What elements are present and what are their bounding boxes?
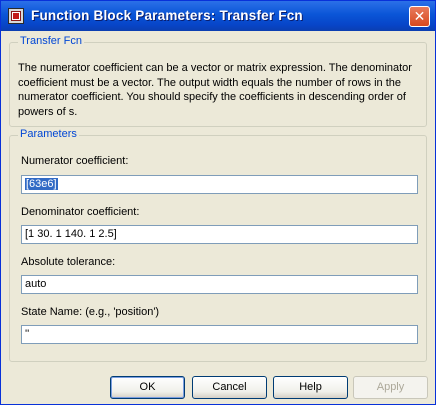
simulink-block-icon[interactable] [8, 8, 24, 24]
title-bar[interactable]: Function Block Parameters: Transfer Fcn … [1, 1, 435, 31]
denominator-field[interactable]: [1 30. 1 140. 1 2.5] [21, 225, 418, 244]
parameters-group: Parameters Numerator coefficient: [63e6]… [9, 128, 427, 362]
denominator-label: Denominator coefficient: [21, 206, 140, 218]
numerator-value: [63e6] [25, 178, 58, 190]
block-description: The numerator coefficient can be a vecto… [18, 62, 412, 118]
dialog-window: Function Block Parameters: Transfer Fcn … [0, 0, 436, 405]
help-button[interactable]: Help [273, 376, 348, 399]
numerator-field[interactable]: [63e6] [21, 175, 418, 194]
tolerance-label: Absolute tolerance: [21, 256, 116, 268]
ok-button[interactable]: OK [110, 376, 185, 399]
block-type-legend: Transfer Fcn [18, 35, 84, 47]
close-icon: ✕ [413, 8, 426, 24]
parameters-legend: Parameters [18, 128, 79, 140]
tolerance-field[interactable]: auto [21, 275, 418, 294]
state-name-label: State Name: (e.g., 'position') [21, 306, 160, 318]
apply-button[interactable]: Apply [353, 376, 428, 399]
icon-mark [13, 13, 19, 19]
state-name-field[interactable]: '' [21, 325, 418, 344]
numerator-label: Numerator coefficient: [21, 155, 129, 167]
block-description-group: Transfer Fcn The numerator coefficient c… [9, 35, 427, 127]
window-title: Function Block Parameters: Transfer Fcn [31, 8, 303, 23]
close-button[interactable]: ✕ [409, 6, 430, 27]
cancel-button[interactable]: Cancel [192, 376, 267, 399]
